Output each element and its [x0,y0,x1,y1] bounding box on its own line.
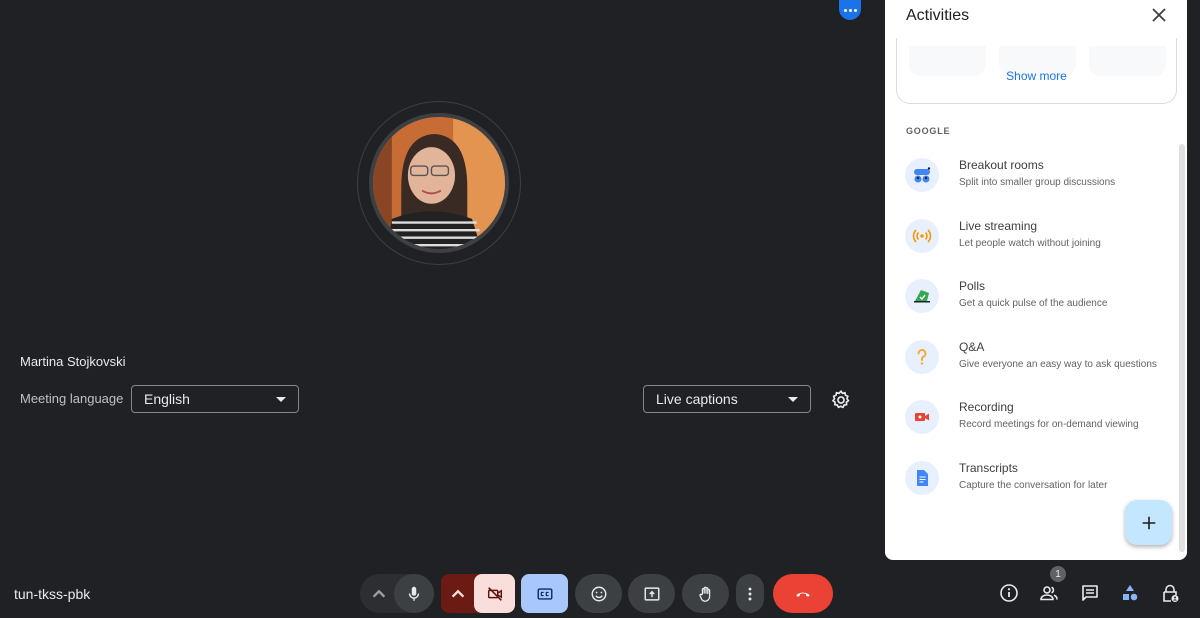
activity-description: Give everyone an easy way to ask questio… [959,359,1157,370]
qa-icon [905,340,939,374]
breakout-rooms-icon [905,158,939,192]
activities-panel: Show more Activities GOOGLE Breakout roo… [885,0,1187,560]
more-options-button[interactable] [839,0,861,20]
camera-off-icon [487,586,502,601]
end-call-icon [796,592,810,597]
activity-title: Breakout rooms [959,158,1044,172]
avatar-photo [373,117,505,249]
activity-description: Get a quick pulse of the audience [959,298,1108,309]
activities-icon[interactable] [1120,583,1140,603]
people-count-badge: 1 [1050,566,1066,582]
host-controls-lock-icon[interactable] [1160,583,1180,603]
activity-qa[interactable]: Q&A Give everyone an easy way to ask que… [905,340,1170,386]
plus-icon [1142,516,1155,529]
show-more-link[interactable]: Show more [897,69,1176,83]
reactions-button[interactable] [575,574,622,613]
present-screen-icon [644,586,659,601]
activity-transcripts[interactable]: Transcripts Capture the conversation for… [905,461,1170,507]
activity-live-streaming[interactable]: Live streaming Let people watch without … [905,219,1170,265]
chevron-up-icon [372,589,386,598]
activity-description: Record meetings for on-demand viewing [959,419,1139,430]
activity-recording[interactable]: Recording Record meetings for on-demand … [905,400,1170,446]
activity-description: Let people watch without joining [959,238,1101,249]
participant-avatar [369,113,509,253]
microphone-icon [408,586,420,601]
activity-breakout-rooms[interactable]: Breakout rooms Split into smaller group … [905,158,1170,204]
chevron-up-icon [451,589,465,598]
camera-toggle-button[interactable] [474,574,515,613]
video-options-button[interactable] [449,574,467,613]
polls-icon [905,279,939,313]
meeting-code: tun-tkss-pbk [14,586,91,602]
captions-button[interactable] [521,574,568,613]
emoji-icon [591,586,606,601]
captions-value: Live captions [656,391,738,407]
meeting-language-value: English [144,391,190,407]
activity-title: Recording [959,400,1014,414]
audio-options-button[interactable] [370,574,388,613]
people-icon[interactable] [1039,583,1059,603]
panel-header: Activities [885,0,1187,38]
dot [848,8,852,12]
live-streaming-icon [905,219,939,253]
raise-hand-button[interactable] [682,574,729,613]
leave-call-button[interactable] [773,574,833,613]
dropdown-caret-icon [788,397,798,402]
section-label-google: GOOGLE [906,126,951,136]
raise-hand-icon [698,586,710,602]
activity-title: Transcripts [959,461,1018,475]
panel-scrollbar[interactable] [1179,144,1185,552]
close-icon[interactable] [1151,7,1167,23]
transcripts-icon [905,461,939,495]
panel-title: Activities [906,7,970,24]
microphone-toggle-button[interactable] [394,574,434,613]
dropdown-caret-icon [276,397,286,402]
activity-title: Q&A [959,340,985,354]
dot [843,8,847,12]
participant-name: Martina Stojkovski [20,354,126,369]
meeting-language-select[interactable]: English [131,385,299,413]
activity-description: Capture the conversation for later [959,480,1108,491]
microphone-control-group [360,574,434,613]
captions-select[interactable]: Live captions [643,385,811,413]
more-options-button[interactable] [736,574,764,613]
activity-title: Polls [959,279,986,293]
activity-description: Split into smaller group discussions [959,177,1116,188]
settings-gear-icon[interactable] [830,389,852,411]
meeting-language-label: Meeting language [20,391,124,406]
add-activity-button[interactable] [1125,500,1172,545]
camera-control-group [441,574,515,613]
recording-icon [905,400,939,434]
meeting-info-icon[interactable] [999,583,1019,603]
closed-captions-icon [537,587,552,600]
activity-polls[interactable]: Polls Get a quick pulse of the audience [905,279,1170,325]
dot [853,8,857,12]
present-screen-button[interactable] [628,574,675,613]
chat-icon[interactable] [1080,583,1100,603]
more-vert-icon [748,587,752,600]
activity-title: Live streaming [959,219,1038,233]
